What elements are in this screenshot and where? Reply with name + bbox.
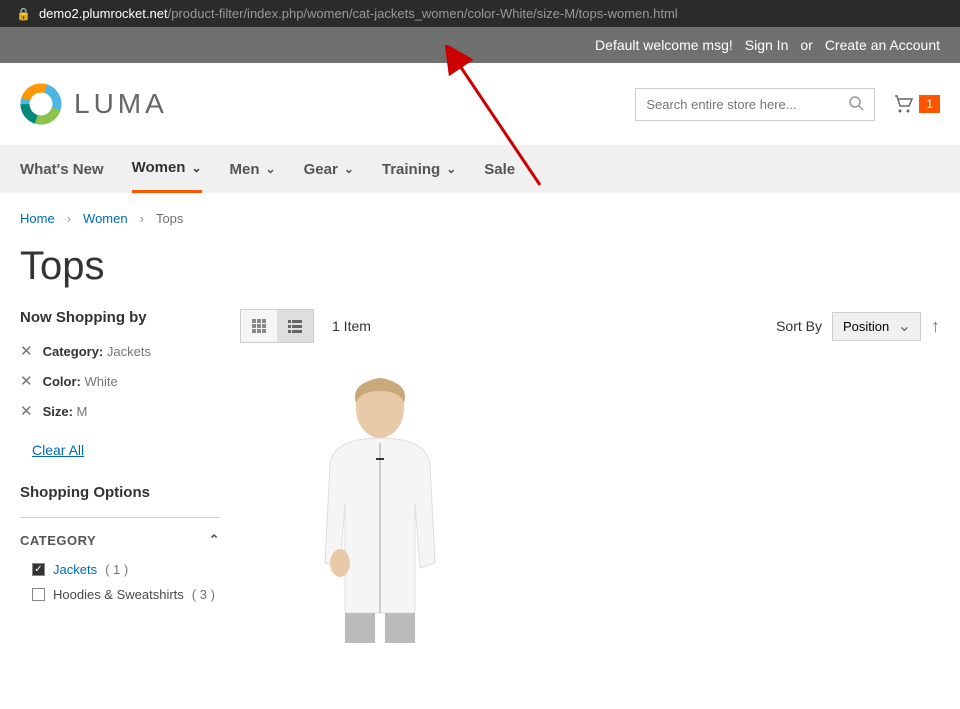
logo[interactable]: LUMA (20, 83, 168, 125)
chevron-up-icon: ⌃ (209, 532, 220, 548)
logo-icon (20, 83, 62, 125)
nav-item-sale[interactable]: Sale (484, 145, 515, 193)
breadcrumb-separator: › (140, 211, 144, 226)
page-title: Tops (0, 244, 960, 309)
search-input[interactable] (646, 97, 848, 112)
create-account-link[interactable]: Create an Account (825, 37, 940, 53)
breadcrumb-separator: › (67, 211, 71, 226)
breadcrumbs: Home › Women › Tops (0, 193, 960, 244)
or-text: or (800, 37, 812, 53)
clear-all-link[interactable]: Clear All (32, 442, 84, 458)
url-text: demo2.plumrocket.net/product-filter/inde… (39, 6, 678, 21)
chevron-down-icon: ⌄ (191, 161, 201, 175)
logo-text: LUMA (74, 88, 168, 120)
cart-icon (891, 92, 915, 116)
grid-icon (251, 318, 267, 334)
shopping-options-heading: Shopping Options (20, 484, 220, 501)
lock-icon: 🔒 (16, 7, 31, 21)
cart-button[interactable]: 1 (891, 92, 940, 116)
chevron-down-icon: ⌄ (446, 162, 456, 176)
sort-direction-button[interactable]: ↑ (931, 316, 940, 337)
product-grid (240, 363, 940, 643)
cart-count: 1 (919, 95, 940, 113)
active-filter: ✕Color: White (20, 372, 220, 390)
top-banner: Default welcome msg! Sign In or Create a… (0, 27, 960, 63)
nav-item-training[interactable]: Training⌄ (382, 145, 456, 193)
main-nav: What's New Women⌄ Men⌄ Gear⌄ Training⌄ Sale (0, 145, 960, 193)
sidebar: Now Shopping by ✕Category: Jackets ✕Color… (20, 309, 220, 643)
category-option[interactable]: Hoodies & Sweatshirts ( 3 ) (20, 587, 220, 602)
search-icon[interactable] (848, 95, 864, 114)
remove-filter-icon[interactable]: ✕ (20, 342, 33, 360)
search-box[interactable] (635, 88, 875, 121)
nav-item-what-s-new[interactable]: What's New (20, 145, 104, 193)
list-view-button[interactable] (277, 310, 313, 342)
main-content: 1 Item Sort By Position ↑ (240, 309, 940, 643)
remove-filter-icon[interactable]: ✕ (20, 402, 33, 420)
browser-url-bar: 🔒 demo2.plumrocket.net/product-filter/in… (0, 0, 960, 27)
list-icon (287, 318, 303, 334)
grid-view-button[interactable] (241, 310, 277, 342)
nav-item-women[interactable]: Women⌄ (132, 145, 202, 193)
breadcrumb-women[interactable]: Women (83, 211, 128, 226)
product-item[interactable] (280, 363, 480, 643)
item-count: 1 Item (332, 318, 371, 334)
breadcrumb-tops: Tops (156, 211, 183, 226)
signin-link[interactable]: Sign In (745, 37, 789, 53)
chevron-down-icon: ⌄ (266, 162, 276, 176)
checkbox-icon: ✓ (32, 563, 45, 576)
breadcrumb-home[interactable]: Home (20, 211, 55, 226)
welcome-message: Default welcome msg! (595, 37, 733, 53)
header: LUMA 1 (0, 63, 960, 145)
active-filter: ✕Category: Jackets (20, 342, 220, 360)
toolbar: 1 Item Sort By Position ↑ (240, 309, 940, 343)
active-filter: ✕Size: M (20, 402, 220, 420)
sort-select[interactable]: Position (832, 312, 921, 341)
product-image (280, 363, 480, 643)
sort-label: Sort By (776, 318, 822, 334)
view-mode-switcher (240, 309, 314, 343)
nav-item-men[interactable]: Men⌄ (230, 145, 276, 193)
checkbox-icon (32, 588, 45, 601)
remove-filter-icon[interactable]: ✕ (20, 372, 33, 390)
now-shopping-heading: Now Shopping by (20, 309, 220, 326)
nav-item-gear[interactable]: Gear⌄ (304, 145, 354, 193)
chevron-down-icon: ⌄ (344, 162, 354, 176)
category-option[interactable]: ✓Jackets ( 1 ) (20, 562, 220, 577)
category-filter-header[interactable]: CATEGORY ⌃ (20, 517, 220, 562)
